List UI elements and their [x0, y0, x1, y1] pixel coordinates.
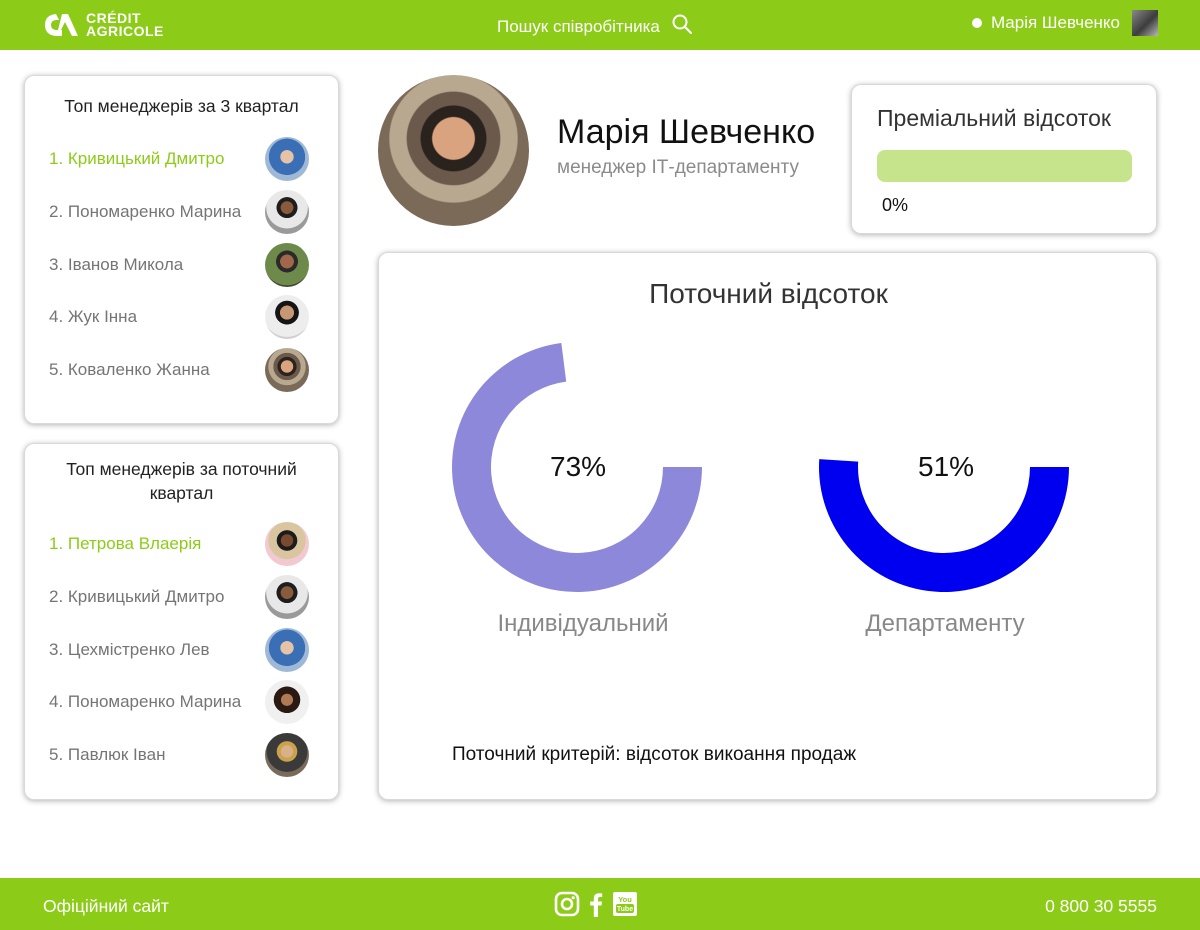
manager-name[interactable]: 1. Петрова Влаерія [49, 534, 201, 554]
youtube-text-bottom: Tube [617, 906, 633, 913]
current-user-name[interactable]: Марія Шевченко [991, 13, 1120, 33]
avatar [265, 190, 309, 234]
manager-name[interactable]: 2. Пономаренко Марина [49, 202, 241, 222]
brand-mark-icon [42, 11, 80, 39]
top-managers-current-card: Топ менеджерів за поточний квартал 1. Пе… [24, 443, 339, 800]
avatar [265, 628, 309, 672]
avatar [265, 295, 309, 339]
user-avatar[interactable] [1132, 10, 1158, 36]
current-percent-card: Поточний відсоток 73% Індивідуальний 51%… [378, 252, 1157, 800]
manager-name[interactable]: 2. Кривицький Дмитро [49, 587, 224, 607]
top-managers-q3-card: Топ менеджерів за 3 квартал 1. Кривицьки… [24, 75, 339, 424]
list-item[interactable]: 5. Коваленко Жанна [49, 348, 309, 392]
youtube-text-top: You [618, 895, 632, 904]
avatar [265, 575, 309, 619]
manager-name[interactable]: 4. Жук Інна [49, 307, 137, 327]
top-managers-q3-title: Топ менеджерів за 3 квартал [64, 96, 299, 116]
list-item[interactable]: 5. Павлюк Іван [49, 733, 309, 777]
profile-photo [378, 75, 529, 226]
department-gauge-value: 51% [918, 451, 975, 482]
list-item[interactable]: 3. Іванов Микола [49, 243, 309, 287]
avatar [265, 733, 309, 777]
search-icon[interactable] [672, 14, 692, 39]
bonus-title: Преміальний відсоток [877, 105, 1111, 131]
current-criteria-text: Поточний критерій: відсоток викоання про… [452, 744, 857, 765]
bonus-value: 0% [882, 195, 909, 215]
avatar [265, 348, 309, 392]
list-item[interactable]: 3. Цехмістренко Лев [49, 628, 309, 672]
youtube-icon[interactable]: You Tube [612, 891, 638, 917]
individual-gauge-value: 73% [550, 451, 607, 482]
list-item[interactable]: 1. Кривицький Дмитро [49, 137, 309, 181]
contact-phone[interactable]: 0 800 30 5555 [1045, 896, 1157, 917]
profile-name: Марія Шевченко [557, 113, 816, 151]
employee-search[interactable]: Пошук співробітника [497, 14, 692, 39]
list-item[interactable]: 2. Пономаренко Марина [49, 190, 309, 234]
department-gauge-label: Департаменту [865, 610, 1025, 637]
avatar [265, 680, 309, 724]
profile-role: менеджер ІТ-департаменту [557, 157, 799, 178]
social-links: You Tube [554, 891, 646, 917]
bonus-percent-card: Преміальний відсоток 0% [851, 84, 1157, 234]
avatar [265, 137, 309, 181]
list-item[interactable]: 4. Пономаренко Марина [49, 680, 309, 724]
top-bar: CRÉDIT AGRICOLE Пошук співробітника Марі… [0, 0, 1200, 50]
top-managers-current-title: Топ менеджерів за поточний квартал [66, 459, 297, 503]
bonus-progress-bar [877, 150, 1132, 182]
current-user[interactable]: Марія Шевченко [971, 10, 1158, 36]
brand-wordmark: CRÉDIT AGRICOLE [86, 11, 164, 39]
list-item[interactable]: 2. Кривицький Дмитро [49, 575, 309, 619]
list-item[interactable]: 4. Жук Інна [49, 295, 309, 339]
manager-name[interactable]: 5. Павлюк Іван [49, 745, 165, 765]
official-site-link[interactable]: Офіційний сайт [43, 896, 169, 917]
brand-line-2: AGRICOLE [86, 23, 164, 39]
manager-name[interactable]: 1. Кривицький Дмитро [49, 149, 224, 169]
avatar [265, 243, 309, 287]
manager-name[interactable]: 3. Іванов Микола [49, 255, 183, 275]
manager-name[interactable]: 5. Коваленко Жанна [49, 360, 210, 380]
footer: Офіційний сайт You Tube 0 800 30 5555 [0, 878, 1200, 930]
manager-name[interactable]: 3. Цехмістренко Лев [49, 640, 210, 660]
search-label[interactable]: Пошук співробітника [497, 17, 660, 37]
facebook-icon[interactable] [588, 891, 604, 917]
online-status-dot [971, 18, 982, 28]
individual-gauge-label: Індивідуальний [497, 610, 669, 637]
instagram-icon[interactable] [554, 891, 580, 917]
manager-name[interactable]: 4. Пономаренко Марина [49, 692, 241, 712]
brand-logo[interactable]: CRÉDIT AGRICOLE [42, 11, 164, 39]
list-item[interactable]: 1. Петрова Влаерія [49, 522, 309, 566]
avatar [265, 522, 309, 566]
gauge-canvas [452, 342, 1069, 592]
